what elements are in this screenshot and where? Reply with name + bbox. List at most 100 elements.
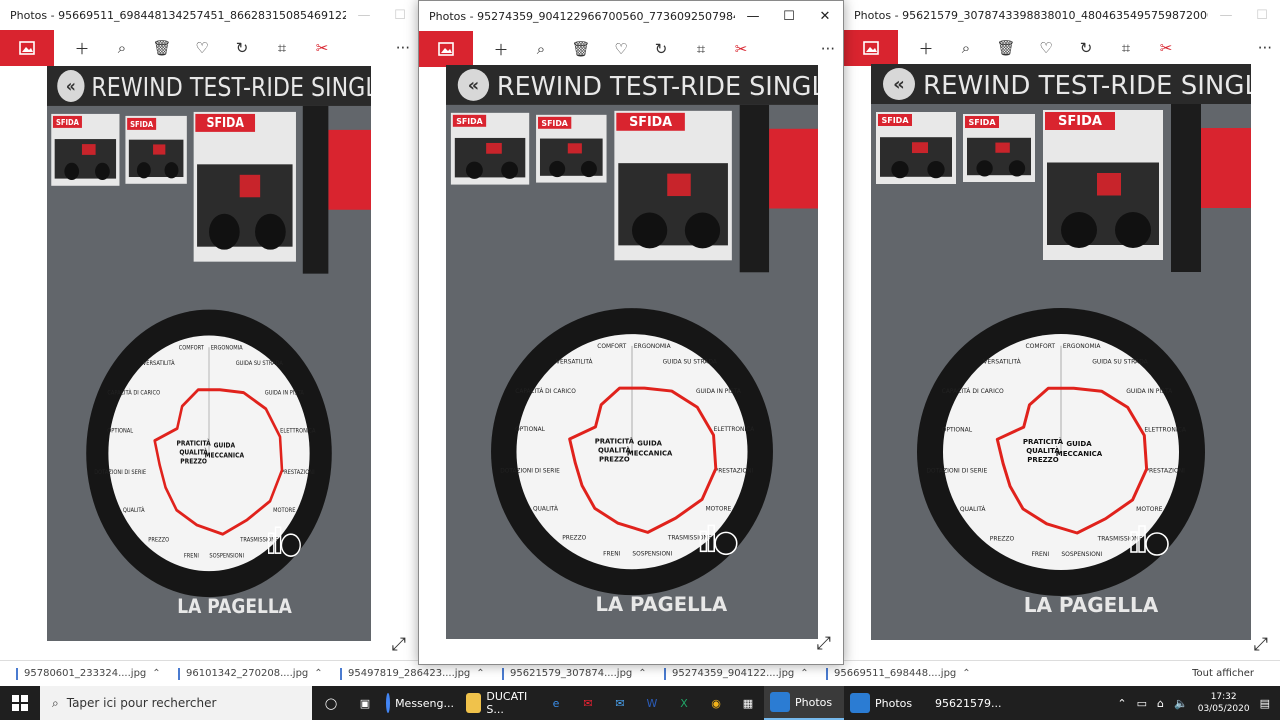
search-input[interactable]: Taper ici pour rechercher xyxy=(67,696,217,710)
close-icon[interactable]: ⌃ xyxy=(800,668,808,679)
sfida-label: SFIDA xyxy=(629,115,672,130)
window-title: Photos - 95621579_3078743398838010_48046… xyxy=(854,8,1208,22)
close-icon[interactable]: ⌃ xyxy=(638,668,646,679)
maximize-button[interactable]: ☐ xyxy=(382,0,418,30)
radar-center-left-label: PRATICITÀ xyxy=(1023,437,1064,446)
crop-icon[interactable]: ⌗ xyxy=(681,31,721,67)
favorite-icon[interactable]: ♡ xyxy=(182,30,222,66)
close-icon[interactable]: ⌃ xyxy=(476,668,484,679)
edit-icon[interactable]: ✂ xyxy=(1146,30,1186,66)
red-fairing-shape xyxy=(81,144,96,155)
photos-window-1[interactable]: Photos - 95669511_698448134257451_866283… xyxy=(0,0,418,665)
clock[interactable]: 17:32 03/05/2020 xyxy=(1198,691,1250,715)
taskbar-app-photos-1[interactable]: Photos xyxy=(764,686,844,720)
title-bar[interactable]: Photos - 95669511_698448134257451_866283… xyxy=(0,0,418,30)
taskbar-app-photos-3[interactable]: 95621579... xyxy=(924,686,1004,720)
file-icon xyxy=(178,667,180,680)
crop-icon[interactable]: ⌗ xyxy=(1106,30,1146,66)
chrome-canary-icon[interactable]: ◉ xyxy=(700,686,732,720)
photos-window-3[interactable]: Photos - 95621579_3078743398838010_48046… xyxy=(844,0,1280,665)
radar-axis-label: ERGONOMIA xyxy=(211,345,243,351)
close-icon[interactable]: ⌃ xyxy=(962,668,970,679)
sfida-label: SFIDA xyxy=(56,117,79,127)
fullscreen-icon[interactable]: ⤢ xyxy=(392,634,406,655)
see-all-photos-button[interactable] xyxy=(844,30,898,66)
radar-axis-label: FRENI xyxy=(603,551,620,557)
photo-canvas[interactable]: « REWIND TEST-RIDE SINGLE SFIDA SFIDA SFIDA E… xyxy=(871,64,1251,640)
close-icon[interactable]: ⌃ xyxy=(152,668,160,679)
photo-canvas[interactable]: « REWIND TEST-RIDE SINGLE SFIDA SFIDA SFIDA E… xyxy=(47,66,371,641)
more-options-icon[interactable]: ··· xyxy=(821,40,835,58)
rotate-icon[interactable]: ↻ xyxy=(641,31,681,67)
add-icon[interactable]: ＋ xyxy=(906,30,946,66)
zoom-icon[interactable]: ⌕ xyxy=(946,30,986,66)
radar-center-left-label: PREZZO xyxy=(1027,456,1058,464)
gift-icon[interactable]: ✉ xyxy=(572,686,604,720)
favorite-icon[interactable]: ♡ xyxy=(601,31,641,67)
photos-window-2[interactable]: Photos - 95274359_904122966700560_773609… xyxy=(418,0,844,665)
more-options-icon[interactable]: ··· xyxy=(396,39,410,57)
add-icon[interactable]: ＋ xyxy=(481,31,521,67)
minimize-button[interactable]: — xyxy=(1208,0,1244,30)
edge-icon[interactable]: e xyxy=(540,686,572,720)
photo-canvas[interactable]: « REWIND TEST-RIDE SINGLE SFIDA SFIDA SFIDA E… xyxy=(446,65,818,639)
word-icon[interactable]: W xyxy=(636,686,668,720)
calculator-icon[interactable]: ▦ xyxy=(732,686,764,720)
task-view-icon[interactable]: ▣ xyxy=(350,686,380,720)
radar-center-left-label: PRATICITÀ xyxy=(595,437,635,446)
taskbar-search[interactable]: ⌕ Taper ici pour rechercher xyxy=(40,686,312,720)
radar-axis-label: PREZZO xyxy=(990,535,1015,542)
favorite-icon[interactable]: ♡ xyxy=(1026,30,1066,66)
close-button[interactable]: ✕ xyxy=(807,1,843,31)
show-all-link[interactable]: Tout afficher xyxy=(1192,668,1254,679)
add-icon[interactable]: ＋ xyxy=(62,30,102,66)
delete-icon[interactable]: 🗑 xyxy=(142,30,182,66)
radar-center-right-label: MECCANICA xyxy=(627,450,673,458)
file-item[interactable]: 96101342_270208....jpg ⌃ xyxy=(162,661,324,687)
wheel-shape xyxy=(209,213,240,250)
fullscreen-icon[interactable]: ⤢ xyxy=(817,633,831,654)
title-bar[interactable]: Photos - 95621579_3078743398838010_48046… xyxy=(844,0,1280,30)
edit-icon[interactable]: ✂ xyxy=(302,30,342,66)
zoom-icon[interactable]: ⌕ xyxy=(521,31,561,67)
file-item[interactable]: 95780601_233324....jpg ⌃ xyxy=(0,661,162,687)
start-button[interactable] xyxy=(0,686,40,720)
more-options-icon[interactable]: ··· xyxy=(1258,39,1272,57)
see-all-photos-button[interactable] xyxy=(0,30,54,66)
taskbar-app-folder[interactable]: DUCATI S... xyxy=(460,686,540,720)
mail-icon[interactable]: ✉ xyxy=(604,686,636,720)
cortana-icon[interactable]: ◯ xyxy=(312,686,350,720)
maximize-button[interactable]: ☐ xyxy=(1244,0,1280,30)
minimize-button[interactable]: — xyxy=(346,0,382,30)
rotate-icon[interactable]: ↻ xyxy=(1066,30,1106,66)
maximize-button[interactable]: ☐ xyxy=(771,1,807,31)
delete-icon[interactable]: 🗑 xyxy=(561,31,601,67)
zoom-icon[interactable]: ⌕ xyxy=(102,30,142,66)
radar-center-right-label: GUIDA xyxy=(1066,440,1092,448)
taskbar-app-messenger[interactable]: Messeng... xyxy=(380,686,460,720)
red-fairing-shape xyxy=(153,144,166,155)
excel-icon[interactable]: X xyxy=(668,686,700,720)
red-side-block xyxy=(328,129,371,210)
delete-icon[interactable]: 🗑 xyxy=(986,30,1026,66)
radar-center-right-label: GUIDA xyxy=(637,440,662,448)
radar-center-left-label: PREZZO xyxy=(599,456,630,464)
radar-axis-label: ERGONOMIA xyxy=(634,344,671,350)
system-tray: ⌃ ▭ ⌂ 🔈 17:32 03/05/2020 ▤ xyxy=(1117,691,1280,715)
edit-icon[interactable]: ✂ xyxy=(721,31,761,67)
close-icon[interactable]: ⌃ xyxy=(314,668,322,679)
rotate-icon[interactable]: ↻ xyxy=(222,30,262,66)
volume-icon[interactable]: 🔈 xyxy=(1174,697,1188,710)
battery-icon[interactable]: ▭ xyxy=(1137,697,1147,710)
taskbar-app-photos-2[interactable]: Photos xyxy=(844,686,924,720)
chevron-up-icon[interactable]: ⌃ xyxy=(1117,697,1126,710)
radar-axis-label: DOTAZIONI DI SERIE xyxy=(926,468,987,475)
minimize-button[interactable]: — xyxy=(735,1,771,31)
radar-axis-label: GUIDA IN PISTA xyxy=(1126,388,1173,395)
title-bar[interactable]: Photos - 95274359_904122966700560_773609… xyxy=(419,1,843,31)
see-all-photos-button[interactable] xyxy=(419,31,473,67)
crop-icon[interactable]: ⌗ xyxy=(262,30,302,66)
network-icon[interactable]: ⌂ xyxy=(1157,697,1164,710)
notifications-icon[interactable]: ▤ xyxy=(1260,697,1270,710)
fullscreen-icon[interactable]: ⤢ xyxy=(1254,634,1268,655)
